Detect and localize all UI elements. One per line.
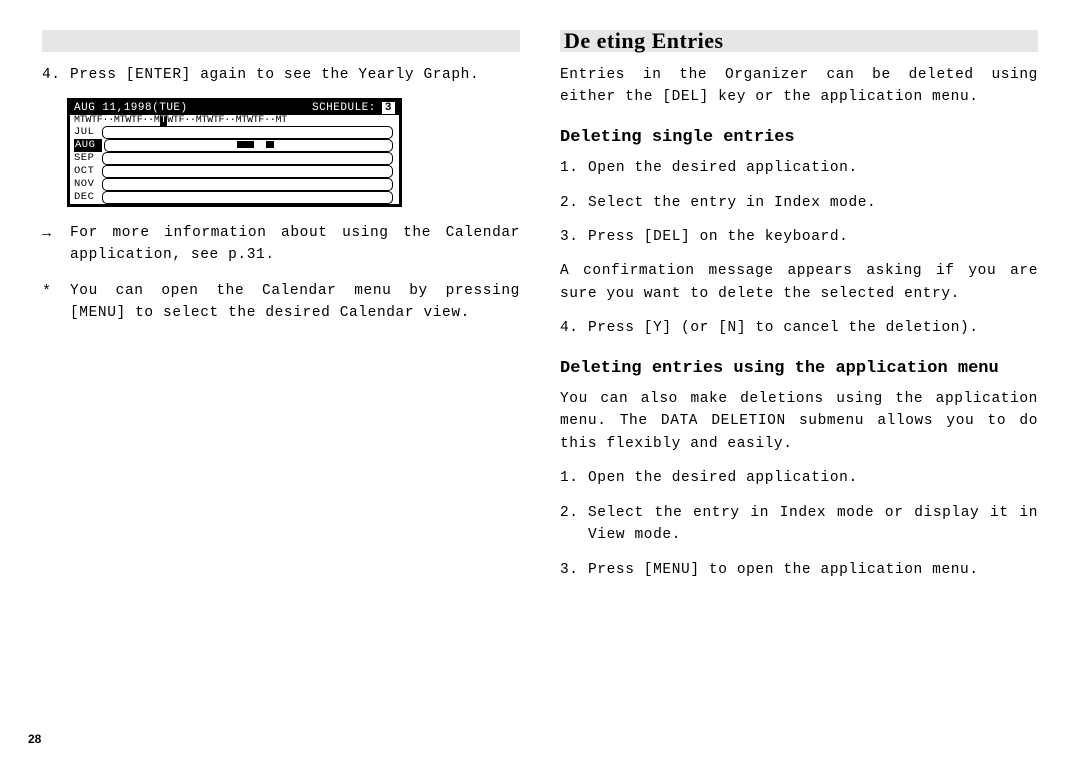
single-step-2: 2. Select the entry in Index mode. [560, 192, 1038, 214]
marker: 1. [560, 157, 588, 179]
marker: 2. [560, 502, 588, 547]
lcd-schedule-label: SCHEDULE: [312, 102, 376, 114]
text: Press [Y] (or [N] to cancel the deletion… [588, 317, 1038, 339]
lcd-mon: JUL [74, 126, 100, 139]
text: Open the desired application. [588, 157, 1038, 179]
lcd-mon: OCT [74, 165, 100, 178]
lcd-day-row: MTWTF··MTWTF··MTWTF··MTWTF··MTWTF··MT [70, 115, 399, 126]
marker: 2. [560, 192, 588, 214]
text: Select the entry in Index mode. [588, 192, 1038, 214]
text: Press [DEL] on the keyboard. [588, 226, 1038, 248]
lcd-row-oct: OCT [70, 165, 399, 178]
left-column: 4. Press [ENTER] again to see the Yearly… [42, 30, 520, 758]
text: Select the entry in Index mode or displa… [588, 502, 1038, 547]
menu-intro: You can also make deletions using the ap… [560, 388, 1038, 455]
marker: 3. [560, 226, 588, 248]
text: Press [MENU] to open the application men… [588, 559, 1038, 581]
single-step-4: 4. Press [Y] (or [N] to cancel the delet… [560, 317, 1038, 339]
marker: 3. [560, 559, 588, 581]
asterisk-icon: * [42, 281, 70, 325]
lcd-mon: NOV [74, 178, 100, 191]
text: Open the desired application. [588, 467, 1038, 489]
yearly-graph-lcd: AUG 11,1998(TUE) SCHEDULE: 3 MTWTF··MTWT… [67, 98, 402, 207]
lcd-row-jul: JUL [70, 126, 399, 139]
step-4-text: Press [ENTER] again to see the Yearly Gr… [70, 64, 520, 86]
note-star-text: You can open the Calendar menu by pressi… [70, 281, 520, 325]
menu-step-1: 1. Open the desired application. [560, 467, 1038, 489]
step-4: 4. Press [ENTER] again to see the Yearly… [42, 64, 520, 86]
lcd-row-nov: NOV [70, 178, 399, 191]
lcd-mon: DEC [74, 191, 100, 204]
page-number: 28 [28, 732, 41, 746]
single-step-1: 1. Open the desired application. [560, 157, 1038, 179]
lcd-header: AUG 11,1998(TUE) SCHEDULE: 3 [70, 101, 399, 115]
menu-step-2: 2. Select the entry in Index mode or dis… [560, 502, 1038, 547]
subhead-single: Deleting single entries [560, 127, 1038, 149]
note-star: * You can open the Calendar menu by pres… [42, 281, 520, 325]
confirm-paragraph: A confirmation message appears asking if… [560, 260, 1038, 305]
note-arrow: → For more information about using the C… [42, 223, 520, 267]
lcd-days-a: MTWTF··MTWTF··M [74, 115, 160, 126]
arrow-icon: → [42, 223, 70, 267]
lcd-row-sep: SEP [70, 152, 399, 165]
lcd-schedule-count: 3 [382, 102, 395, 114]
page: 4. Press [ENTER] again to see the Yearly… [0, 0, 1080, 758]
lcd-mon: AUG [74, 139, 102, 152]
lcd-date: AUG 11,1998(TUE) [74, 102, 188, 114]
section-title: De eting Entries [560, 30, 1038, 52]
right-column: De eting Entries Entries in the Organize… [560, 30, 1038, 758]
note-arrow-text: For more information about using the Cal… [70, 223, 520, 267]
step-4-marker: 4. [42, 64, 70, 86]
subhead-menu: Deleting entries using the application m… [560, 358, 1038, 380]
lcd-mon: SEP [74, 152, 100, 165]
lcd-row-aug: AUG [70, 139, 399, 152]
menu-step-3: 3. Press [MENU] to open the application … [560, 559, 1038, 581]
single-step-3: 3. Press [DEL] on the keyboard. [560, 226, 1038, 248]
marker: 1. [560, 467, 588, 489]
intro-paragraph: Entries in the Organizer can be deleted … [560, 64, 1038, 109]
lcd-days-b: WTF··MTWTF··MTWTF··MT [167, 115, 287, 126]
marker: 4. [560, 317, 588, 339]
lcd-row-dec: DEC [70, 191, 399, 204]
left-gray-strip [42, 30, 520, 52]
